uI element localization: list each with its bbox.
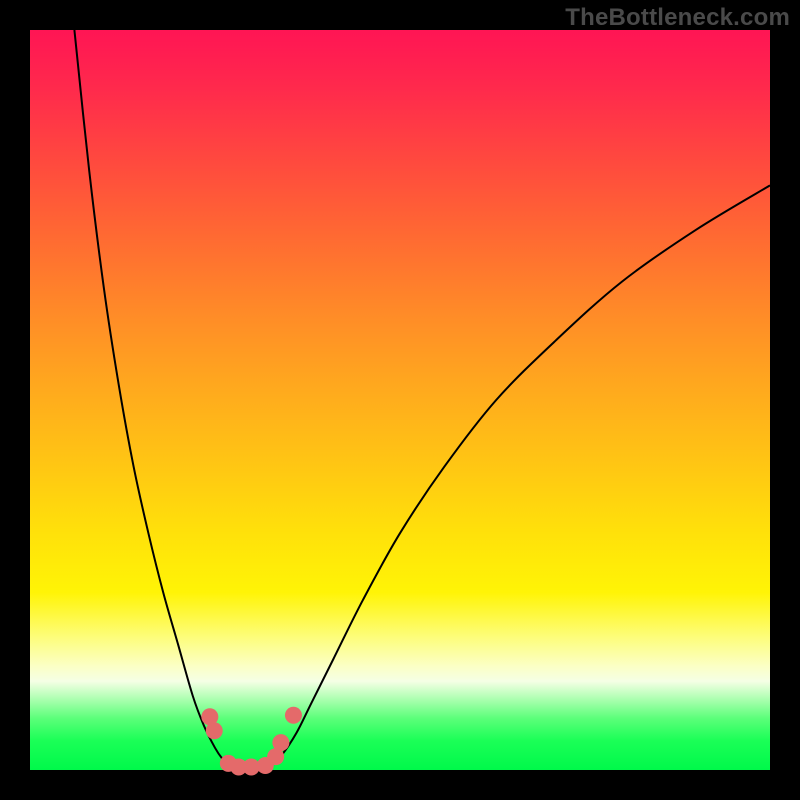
curve-left-branch [74, 30, 237, 770]
curve-right-branch [267, 185, 770, 770]
plot-area [30, 30, 770, 770]
data-marker [206, 722, 223, 739]
data-marker [272, 734, 289, 751]
data-marker [285, 707, 302, 724]
chart-frame: TheBottleneck.com [0, 0, 800, 800]
curve-layer [30, 30, 770, 770]
data-markers [201, 707, 302, 776]
watermark-text: TheBottleneck.com [565, 4, 790, 32]
